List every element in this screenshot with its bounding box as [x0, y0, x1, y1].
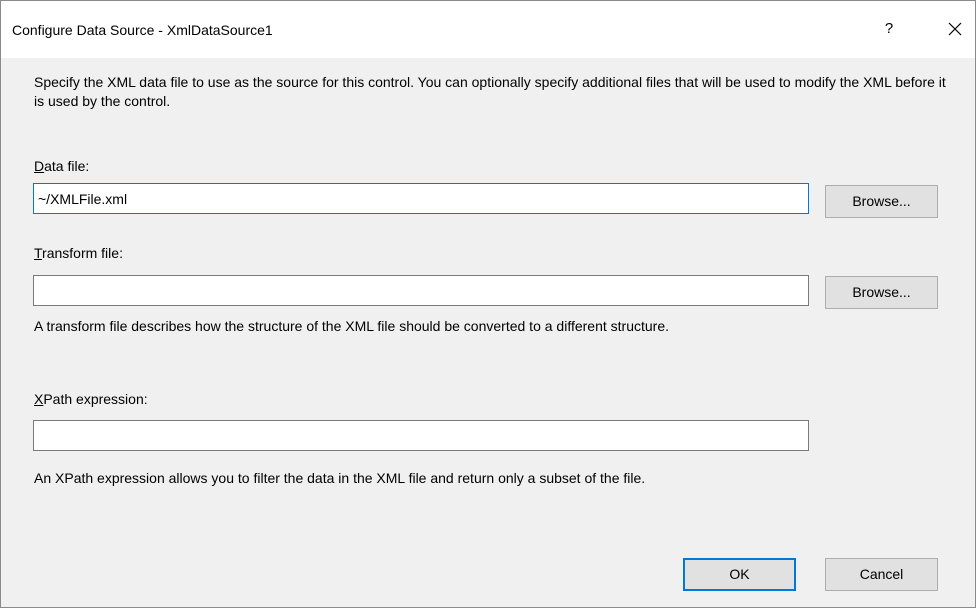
xpath-label: XPath expression: [34, 390, 148, 408]
close-icon [948, 22, 962, 36]
transform-file-label: Transform file: [34, 244, 123, 262]
data-file-label: Data file: [34, 157, 89, 175]
configure-data-source-dialog: Configure Data Source - XmlDataSource1 ?… [0, 0, 976, 608]
close-button[interactable] [939, 13, 971, 45]
transform-file-hint: A transform file describes how the struc… [34, 318, 669, 334]
help-icon: ? [884, 20, 894, 37]
data-file-label-mnemonic: D [34, 158, 45, 174]
dialog-description: Specify the XML data file to use as the … [34, 74, 946, 109]
transform-file-label-mnemonic: T [34, 245, 43, 261]
data-file-label-text: ata file: [44, 158, 90, 174]
help-button[interactable]: ? [873, 13, 905, 45]
transform-file-label-text: ransform file: [42, 245, 123, 261]
transform-file-browse-button[interactable]: Browse... [825, 276, 938, 309]
transform-file-input[interactable] [33, 275, 809, 306]
data-file-input[interactable] [33, 183, 809, 214]
cancel-button[interactable]: Cancel [825, 558, 938, 591]
title-bar[interactable]: Configure Data Source - XmlDataSource1 ? [1, 1, 975, 58]
xpath-label-text: Path expression: [43, 391, 148, 407]
window-title: Configure Data Source - XmlDataSource1 [12, 22, 273, 38]
xpath-label-mnemonic: X [34, 391, 44, 407]
xpath-hint: An XPath expression allows you to filter… [34, 470, 646, 486]
data-file-browse-button[interactable]: Browse... [825, 185, 938, 218]
ok-button[interactable]: OK [683, 558, 796, 591]
xpath-input[interactable] [33, 420, 809, 451]
